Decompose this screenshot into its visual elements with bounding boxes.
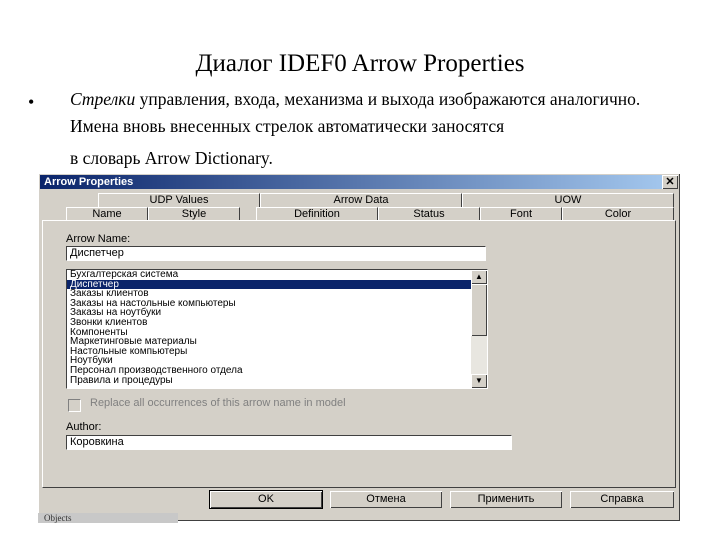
dialog-title: Arrow Properties	[44, 176, 134, 188]
tab-status[interactable]: Status	[378, 207, 480, 221]
tab-definition[interactable]: Definition	[256, 207, 378, 221]
close-icon[interactable]: ✕	[662, 175, 678, 189]
scroll-down-icon[interactable]: ▼	[471, 374, 487, 388]
bullet-text: Стрелки управления, входа, механизма и в…	[70, 86, 690, 140]
background-window-strip: Objects	[38, 513, 178, 523]
scroll-up-icon[interactable]: ▲	[471, 270, 487, 284]
arrow-name-input[interactable]: Диспетчер	[66, 246, 486, 261]
author-label: Author:	[66, 421, 102, 433]
tab-style[interactable]: Style	[148, 207, 240, 221]
tab-uow[interactable]: UOW	[462, 193, 674, 207]
dialog-titlebar[interactable]: Arrow Properties ✕	[40, 175, 678, 189]
ok-button[interactable]: OK	[209, 490, 323, 509]
list-scrollbar[interactable]: ▲ ▼	[471, 270, 487, 388]
tab-font[interactable]: Font	[480, 207, 562, 221]
arrow-properties-dialog: Arrow Properties ✕ UDP Values Arrow Data…	[38, 173, 680, 521]
list-item[interactable]: Правила и процедуры	[67, 375, 487, 386]
tab-arrow-data[interactable]: Arrow Data	[260, 193, 462, 207]
bullet-italic-word: Стрелки	[70, 89, 136, 109]
list-item[interactable]: Бухгалтерская система	[67, 270, 487, 280]
apply-button[interactable]: Применить	[450, 491, 562, 508]
list-item[interactable]: Настольные компьютеры	[67, 346, 487, 357]
replace-checkbox[interactable]	[68, 399, 81, 412]
arrow-name-list[interactable]: Бухгалтерская система Диспетчер Заказы кли…	[66, 269, 488, 389]
bullet-mark: •	[28, 92, 35, 112]
slide-title: Диалог IDEF0 Arrow Properties	[195, 50, 525, 77]
author-input[interactable]: Коровкина	[66, 435, 512, 450]
tab-name[interactable]: Name	[66, 207, 148, 221]
tab-color[interactable]: Color	[562, 207, 674, 221]
tab-udp-values[interactable]: UDP Values	[98, 193, 260, 207]
cancel-button[interactable]: Отмена	[330, 491, 442, 508]
bullet-text-line3: в словарь Arrow Dictionary.	[70, 148, 273, 168]
list-item[interactable]: Звонки клиентов	[67, 318, 487, 328]
help-button[interactable]: Справка	[570, 491, 674, 508]
scroll-thumb[interactable]	[471, 284, 487, 336]
bullet-text-body: управления, входа, механизма и выхода из…	[70, 89, 641, 136]
replace-checkbox-label: Replace all occurrences of this arrow na…	[90, 397, 346, 409]
arrow-name-label: Arrow Name:	[66, 233, 131, 245]
